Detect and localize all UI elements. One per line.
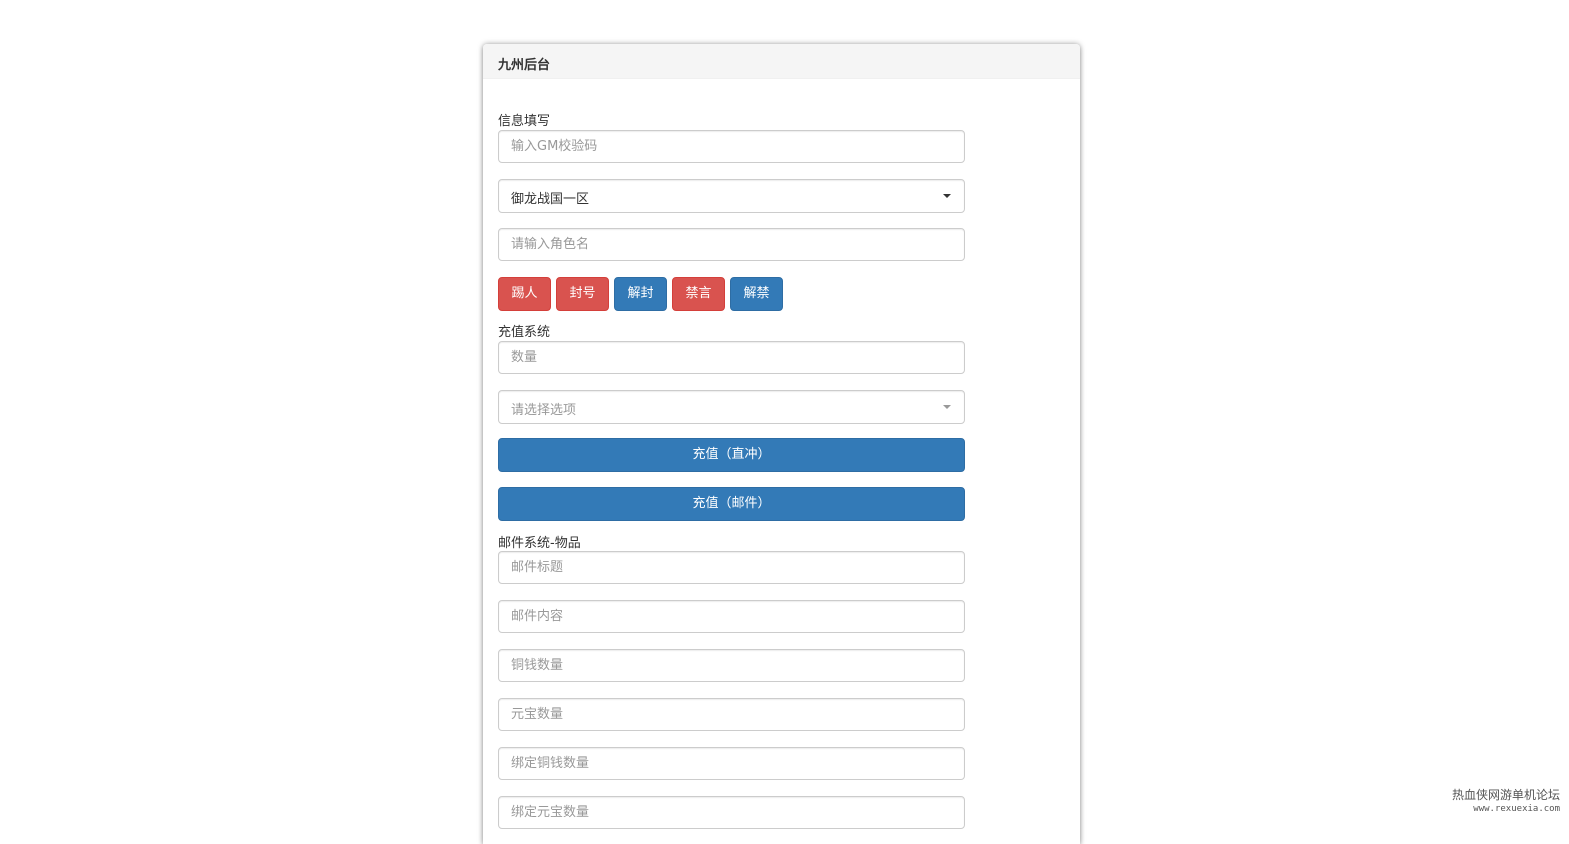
copper-amount-input[interactable] bbox=[498, 649, 965, 682]
recharge-option-placeholder: 请选择选项 bbox=[511, 403, 577, 418]
info-section-label: 信息填写 bbox=[498, 114, 551, 129]
recharge-section-label: 充值系统 bbox=[498, 325, 551, 340]
server-select[interactable]: 御龙战国一区 bbox=[498, 179, 965, 213]
unban-account-button[interactable]: 解封 bbox=[614, 277, 667, 311]
role-name-input[interactable] bbox=[498, 228, 965, 261]
site-watermark: 热血侠网游单机论坛 www.rexuexia.com bbox=[1448, 788, 1560, 816]
yuanbao-amount-input[interactable] bbox=[498, 698, 965, 731]
mail-content-input[interactable] bbox=[498, 600, 965, 633]
ban-account-button[interactable]: 封号 bbox=[556, 277, 609, 311]
unmute-button[interactable]: 解禁 bbox=[730, 277, 783, 311]
recharge-option-select[interactable]: 请选择选项 bbox=[498, 390, 965, 424]
chevron-down-icon bbox=[943, 194, 951, 198]
mail-section-label: 邮件系统-物品 bbox=[498, 536, 581, 551]
mute-button[interactable]: 禁言 bbox=[672, 277, 725, 311]
watermark-url: www.rexuexia.com bbox=[1473, 804, 1560, 814]
amount-input[interactable] bbox=[498, 341, 965, 374]
recharge-direct-button[interactable]: 充值（直冲） bbox=[498, 438, 965, 472]
mail-title-input[interactable] bbox=[498, 551, 965, 584]
bound-yuanbao-amount-input[interactable] bbox=[498, 796, 965, 829]
bound-copper-amount-input[interactable] bbox=[498, 747, 965, 780]
recharge-mail-button[interactable]: 充值（邮件） bbox=[498, 487, 965, 521]
gm-code-input[interactable] bbox=[498, 130, 965, 163]
chevron-down-icon bbox=[943, 405, 951, 409]
panel-title: 九州后台 bbox=[483, 44, 1080, 79]
gm-panel: 九州后台 信息填写 御龙战国一区 踢人 封号 解封 禁言 解禁 充值系统 请选择… bbox=[483, 44, 1080, 844]
server-select-value: 御龙战国一区 bbox=[511, 192, 590, 207]
watermark-title: 热血侠网游单机论坛 bbox=[1451, 788, 1560, 802]
kick-button[interactable]: 踢人 bbox=[498, 277, 551, 311]
